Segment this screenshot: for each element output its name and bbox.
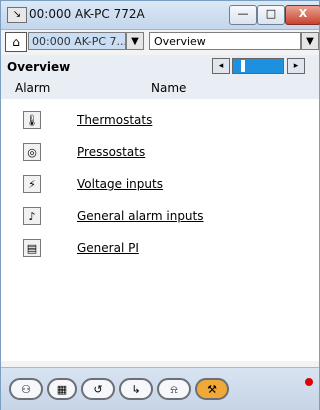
voltage-input-icon: ⚡ <box>23 175 41 193</box>
schedule-tab-icon[interactable]: ▦ <box>47 378 77 400</box>
device-dropdown-icon[interactable]: ▼ <box>126 32 144 50</box>
alarm-bell-icon: ♪ <box>23 207 41 225</box>
list-item[interactable]: 🌡 Thermostats <box>1 105 319 137</box>
minimize-button[interactable]: — <box>229 5 257 25</box>
view-select[interactable]: Overview <box>149 32 301 50</box>
page-title: Overview <box>7 60 71 74</box>
pressure-gauge-icon: ◎ <box>23 143 41 161</box>
overview-tab-icon[interactable]: ⚇ <box>9 378 43 400</box>
graph-tab-icon[interactable]: ↳ <box>119 378 153 400</box>
column-header-alarm: Alarm <box>15 81 51 95</box>
list-item[interactable]: ◎ Pressostats <box>1 137 319 169</box>
alarm-indicator-icon <box>305 378 313 386</box>
overview-header: Overview ◂ ▸ Alarm Name <box>1 55 319 99</box>
list-item-link[interactable]: Pressostats <box>77 145 145 159</box>
device-select[interactable]: 00:000 AK-PC 7... <box>28 32 126 50</box>
list-item-link[interactable]: General PI <box>77 241 139 255</box>
list-item-link[interactable]: Thermostats <box>77 113 152 127</box>
app-icon: ↘ <box>7 7 27 23</box>
maximize-button[interactable]: □ <box>257 5 285 25</box>
column-header-name: Name <box>151 81 187 95</box>
list-item[interactable]: ⚡ Voltage inputs <box>1 169 319 201</box>
list-item-link[interactable]: Voltage inputs <box>77 177 163 191</box>
bottom-navigation: ⚇ ▦ ↺ ↳ ⍾ ⚒ <box>1 367 319 410</box>
previous-page-icon[interactable]: ◂ <box>212 58 230 74</box>
close-button[interactable]: X <box>285 5 320 25</box>
controller-icon: ▤ <box>23 239 41 257</box>
page-slider-thumb[interactable] <box>241 60 245 72</box>
history-tab-icon[interactable]: ↺ <box>81 378 115 400</box>
next-page-icon[interactable]: ▸ <box>287 58 305 74</box>
selection-toolbar: ⌂ 00:000 AK-PC 7... ▼ Overview ▼ <box>1 31 319 53</box>
title-bar: ↘ 00:000 AK-PC 772A — □ X <box>1 1 320 30</box>
item-list: 🌡 Thermostats ◎ Pressostats ⚡ Voltage in… <box>1 99 319 361</box>
window-title: 00:000 AK-PC 772A <box>29 7 145 21</box>
list-item[interactable]: ♪ General alarm inputs <box>1 201 319 233</box>
tools-tab-icon[interactable]: ⚒ <box>195 378 229 400</box>
page-slider[interactable] <box>232 58 284 74</box>
app-window: ↘ 00:000 AK-PC 772A — □ X ⌂ 00:000 AK-PC… <box>0 0 320 410</box>
list-item[interactable]: ▤ General PI <box>1 233 319 265</box>
thermostat-icon: 🌡 <box>23 111 41 129</box>
home-icon[interactable]: ⌂ <box>5 32 27 52</box>
view-dropdown-icon[interactable]: ▼ <box>301 32 319 50</box>
alarms-tab-icon[interactable]: ⍾ <box>157 378 191 400</box>
list-item-link[interactable]: General alarm inputs <box>77 209 204 223</box>
